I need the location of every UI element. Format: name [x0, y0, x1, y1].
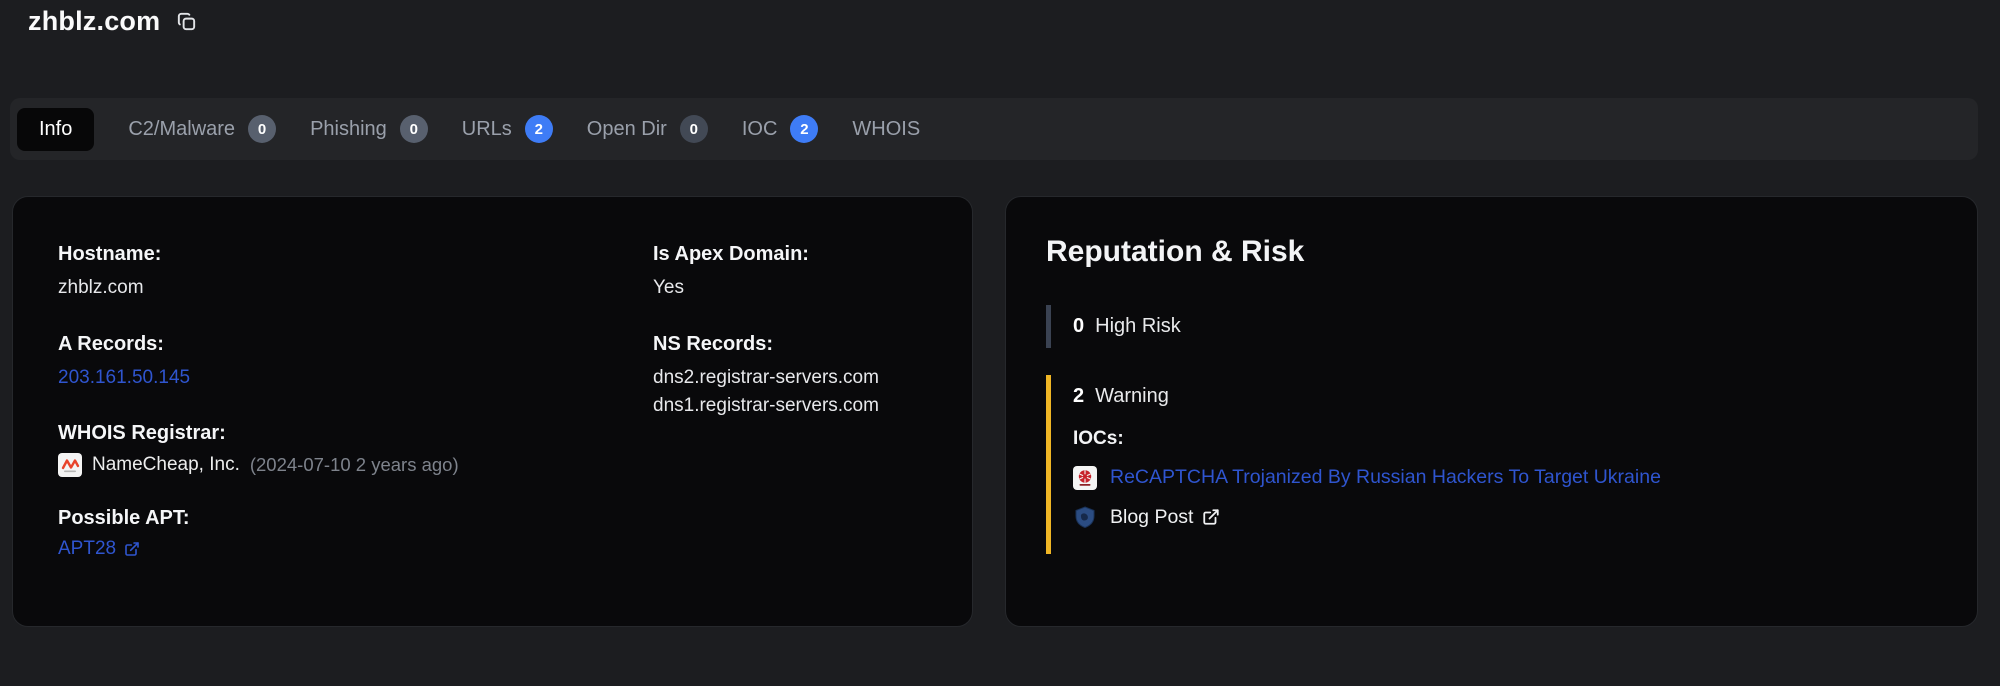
- is-apex-domain-label: Is Apex Domain:: [653, 243, 809, 265]
- tab-ioc-label: IOC: [741, 117, 778, 140]
- ns-records-label: NS Records:: [653, 332, 774, 355]
- warning-label: Warning: [1095, 385, 1169, 407]
- registrar-date-note: (2024-07-10 2 years ago): [249, 454, 459, 475]
- high-risk-label: High Risk: [1095, 315, 1181, 337]
- tab-phishing-count-badge: 0: [399, 115, 428, 143]
- info-column-left: Hostname: zhblz.com A Records: 203.161.5…: [58, 243, 653, 590]
- tab-info[interactable]: Info: [17, 107, 95, 151]
- blog-post-link-label: Blog Post: [1110, 505, 1194, 528]
- namecheap-favicon: [58, 453, 82, 477]
- registrar-name: NameCheap, Inc.: [92, 454, 240, 475]
- copy-icon[interactable]: [175, 10, 198, 33]
- possible-apt-label: Possible APT:: [58, 507, 190, 529]
- tab-whois[interactable]: WHOIS: [852, 118, 920, 141]
- warning-count: 2: [1073, 385, 1085, 407]
- tab-urls[interactable]: URLs 2: [462, 115, 553, 143]
- domain-info-grid: Hostname: zhblz.com A Records: 203.161.5…: [58, 243, 932, 590]
- apt-link[interactable]: APT28: [58, 538, 140, 560]
- high-risk-count: 0: [1073, 315, 1085, 337]
- page-header: zhblz.com: [28, 6, 198, 37]
- tab-c2-malware-label: C2/Malware: [128, 117, 236, 140]
- tab-ioc-count-badge: 2: [790, 115, 819, 143]
- ns-record-value-1: dns2.registrar-servers.com: [653, 366, 879, 388]
- ioc-article-link[interactable]: ReCAPTCHA Trojanized By Russian Hackers …: [1110, 465, 1661, 490]
- hostname-field: Hostname: zhblz.com: [58, 243, 653, 303]
- reputation-card-title: Reputation & Risk: [1046, 235, 1305, 268]
- ioc-item: ReCAPTCHA Trojanized By Russian Hackers …: [1073, 465, 1937, 490]
- tab-c2-malware[interactable]: C2/Malware 0: [128, 115, 277, 143]
- is-apex-domain-field: Is Apex Domain: Yes: [653, 243, 932, 303]
- tab-info-label: Info: [39, 117, 73, 140]
- tab-phishing-label: Phishing: [310, 117, 387, 140]
- possible-apt-field: Possible APT: APT28: [58, 507, 653, 560]
- news-site-favicon: [1073, 465, 1097, 490]
- iocs-label: IOCs:: [1073, 428, 1124, 449]
- info-column-right: Is Apex Domain: Yes NS Records: dns2.reg…: [653, 243, 932, 590]
- domain-report-page: { "header": { "title": "zhblz.com", "cop…: [0, 0, 2000, 686]
- whois-registrar-field: WHOIS Registrar: NameCheap, Inc. (2024-0…: [58, 422, 653, 477]
- ioc-item: Blog Post: [1073, 505, 1937, 529]
- domain-info-card: Hostname: zhblz.com A Records: 203.161.5…: [12, 196, 973, 627]
- tab-whois-label: WHOIS: [852, 117, 921, 140]
- tab-open-dir-label: Open Dir: [586, 117, 667, 140]
- whois-registrar-label: WHOIS Registrar:: [58, 422, 226, 444]
- tab-c2-malware-count-badge: 0: [248, 115, 277, 143]
- blog-post-link[interactable]: Blog Post: [1110, 506, 1220, 529]
- hostname-label: Hostname:: [58, 243, 162, 265]
- is-apex-domain-value: Yes: [653, 277, 684, 298]
- ns-records-field: NS Records: dns2.registrar-servers.com d…: [653, 333, 932, 421]
- tab-open-dir[interactable]: Open Dir 0: [587, 115, 708, 143]
- warning-section: 2 Warning IOCs: ReCAPTCHA Trojanized By …: [1046, 375, 1937, 555]
- a-record-link[interactable]: 203.161.50.145: [58, 367, 190, 388]
- external-link-icon: [124, 541, 140, 557]
- high-risk-section: 0 High Risk: [1046, 305, 1937, 348]
- apt-link-label: APT28: [58, 538, 117, 559]
- tab-urls-label: URLs: [461, 117, 512, 140]
- tab-ioc[interactable]: IOC 2: [742, 115, 819, 143]
- external-link-icon: [1202, 508, 1220, 526]
- tab-urls-count-badge: 2: [524, 115, 553, 143]
- tab-bar: Info C2/Malware 0 Phishing 0 URLs 2 Open…: [10, 98, 1978, 160]
- page-title: zhblz.com: [28, 6, 161, 36]
- tab-phishing[interactable]: Phishing 0: [310, 115, 428, 143]
- reputation-risk-card: Reputation & Risk 0 High Risk 2 Warning …: [1005, 196, 1978, 627]
- a-records-label: A Records:: [58, 332, 164, 355]
- shield-favicon: [1073, 505, 1097, 529]
- hostname-value: zhblz.com: [58, 277, 144, 298]
- tab-open-dir-count-badge: 0: [679, 115, 708, 143]
- a-records-field: A Records: 203.161.50.145: [58, 333, 653, 393]
- ns-record-value-2: dns1.registrar-servers.com: [653, 395, 879, 416]
